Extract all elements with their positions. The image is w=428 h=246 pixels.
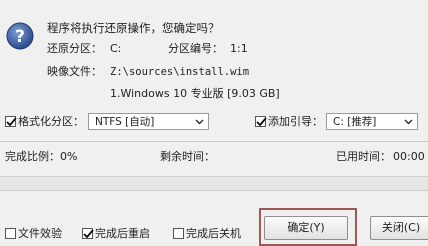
svg-text:?: ?	[15, 27, 25, 47]
divider	[0, 141, 428, 142]
partition-number-label: 分区编号：	[168, 42, 223, 55]
check-icon	[256, 117, 267, 127]
image-edition: 1.Windows 10 专业版 [9.03 GB]	[110, 87, 280, 100]
filesystem-value: NTFS [自动]	[95, 116, 155, 128]
file-verify-checkbox[interactable]	[5, 228, 16, 239]
format-partition-label: 格式化分区：	[18, 115, 84, 128]
confirm-message: 程序将执行还原操作，您确定吗？	[47, 21, 220, 35]
remaining-time-label: 剩余时间：	[160, 150, 215, 163]
image-file-path: Z:\sources\install.wim	[110, 66, 250, 78]
elapsed-time-value: 00:00	[393, 150, 425, 163]
chevron-down-icon	[404, 119, 413, 125]
add-boot-checkbox[interactable]	[255, 116, 267, 127]
partition-number-value: 1:1	[230, 42, 248, 55]
restart-after-label: 完成后重启	[95, 227, 150, 240]
image-file-label: 映像文件：	[47, 65, 102, 78]
restore-partition-label: 还原分区：	[47, 42, 102, 55]
boot-drive-value: C: [推荐]	[333, 116, 377, 128]
ok-button[interactable]: 确定(Y)	[264, 216, 348, 240]
restore-partition-value: C:	[110, 42, 122, 55]
shutdown-after-checkbox[interactable]	[173, 228, 184, 239]
add-boot-label: 添加引导：	[268, 115, 323, 128]
elapsed-time-label: 已用时间：	[336, 150, 391, 163]
check-icon	[6, 117, 17, 127]
filesystem-dropdown[interactable]: NTFS [自动]	[88, 113, 209, 130]
format-partition-checkbox[interactable]	[5, 116, 17, 127]
shutdown-after-label: 完成后关机	[186, 227, 241, 240]
close-button[interactable]: 关闭(C)	[370, 216, 428, 240]
chevron-down-icon	[195, 119, 204, 125]
file-verify-label: 文件效验	[18, 227, 62, 240]
restart-after-checkbox[interactable]	[82, 228, 94, 239]
check-icon	[83, 229, 94, 239]
completion-value: 0%	[60, 150, 78, 163]
question-mark-icon: ?	[6, 22, 34, 50]
completion-label: 完成比例：	[5, 150, 60, 163]
progress-bar	[0, 176, 428, 191]
boot-drive-dropdown[interactable]: C: [推荐]	[326, 113, 418, 130]
